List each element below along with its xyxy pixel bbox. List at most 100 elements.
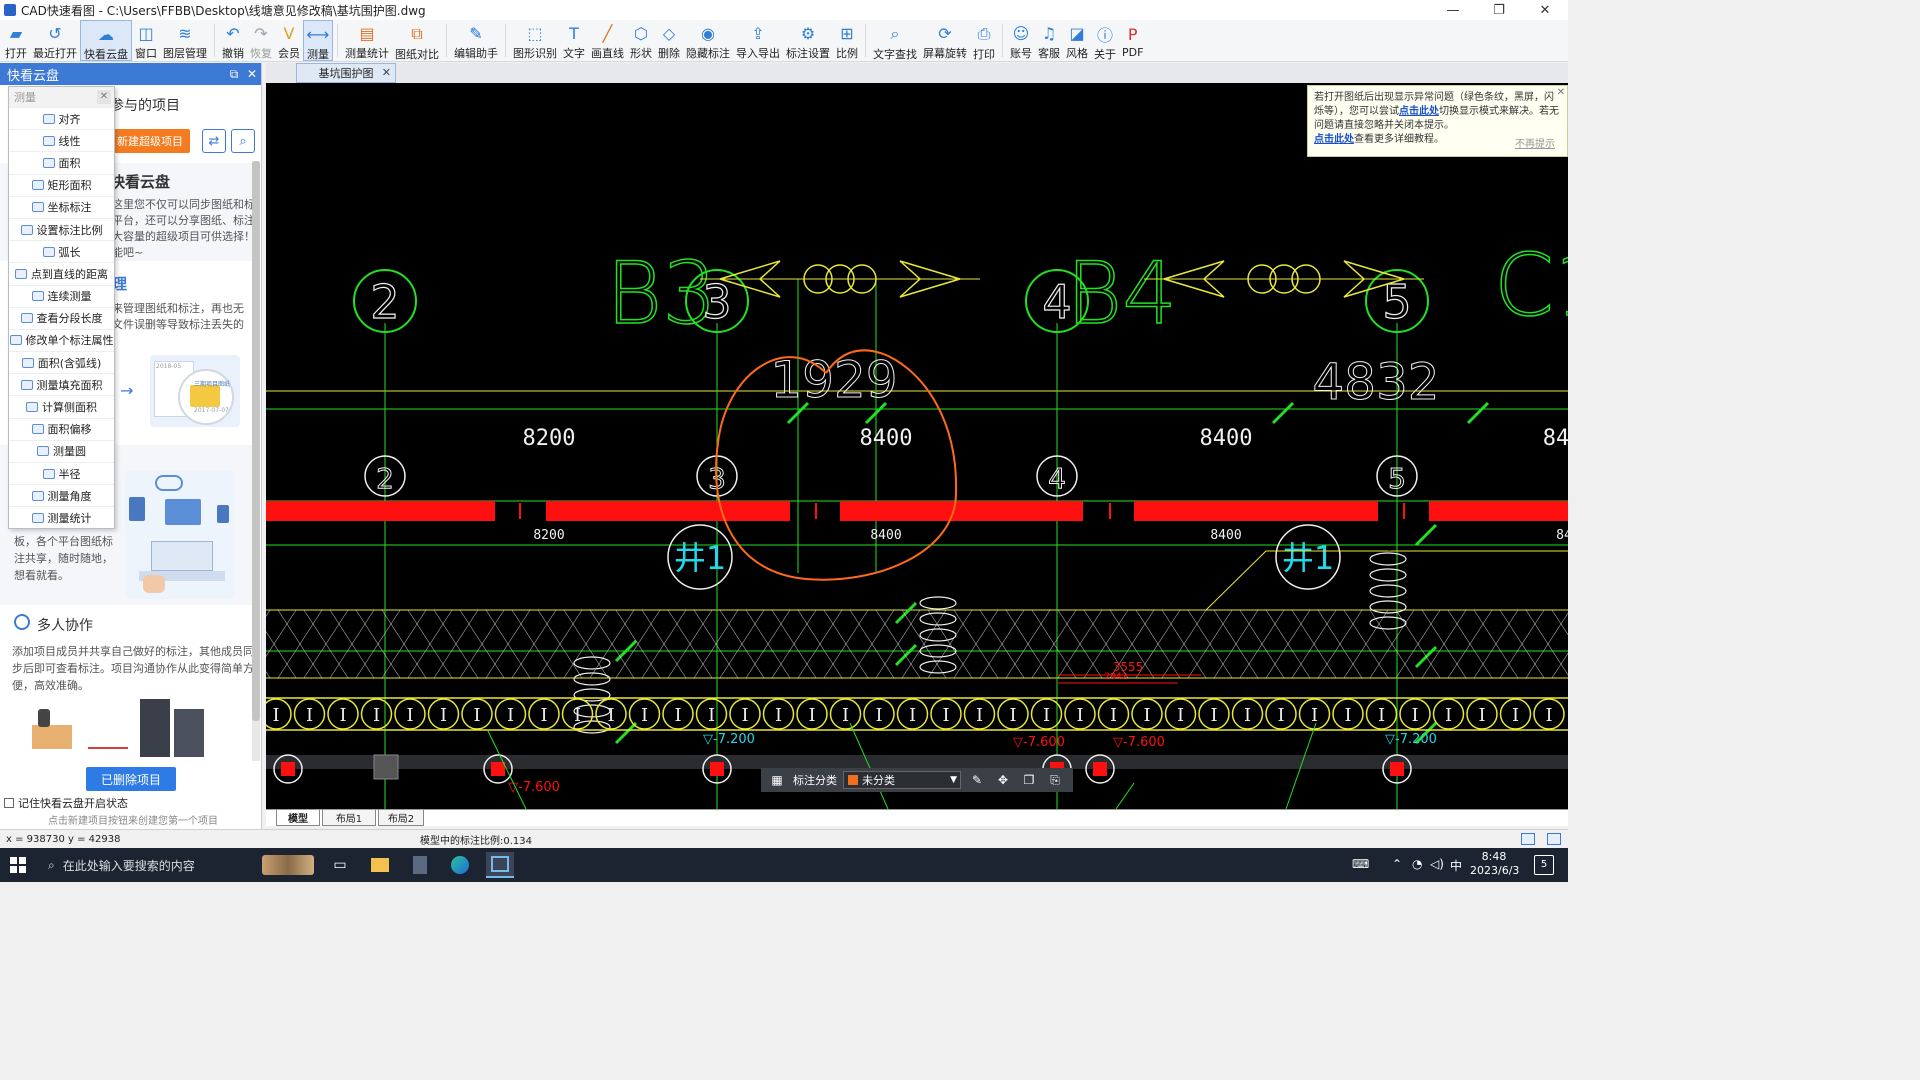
toolbar-button-edit-assistant[interactable]: ✎ 编辑助手 bbox=[451, 20, 501, 61]
measure-menu-item[interactable]: 面积 bbox=[9, 151, 114, 173]
measure-menu-label: 点到直线的距离 bbox=[31, 267, 108, 281]
display-mode-icon[interactable] bbox=[1521, 833, 1535, 845]
tab-document[interactable]: 基坑围护图 ✕ bbox=[296, 63, 396, 83]
toolbar-button-vip[interactable]: V 会员 bbox=[275, 20, 303, 61]
toolbar-button-shape-recognize[interactable]: ⬚ 图形识别 bbox=[510, 20, 560, 61]
restore-button[interactable]: ❐ bbox=[1476, 0, 1522, 20]
collaboration-icon bbox=[14, 614, 30, 630]
measure-tool-icon bbox=[42, 113, 55, 124]
toolbar-button-text[interactable]: T 文字 bbox=[560, 20, 588, 61]
pile-mark: I bbox=[1411, 705, 1418, 726]
measure-menu-item[interactable]: 测量角度 bbox=[9, 484, 114, 506]
toolbar-button-undo[interactable]: ↶ 撤销 bbox=[219, 20, 247, 61]
copy-icon[interactable]: ❐ bbox=[1019, 771, 1039, 789]
remember-cloud-state-checkbox[interactable]: 记住快看云盘开启状态 bbox=[4, 795, 128, 811]
measure-menu-item[interactable]: 测量圆 bbox=[9, 439, 114, 462]
dont-show-again-link[interactable]: 不再提示 bbox=[1515, 138, 1555, 152]
new-super-project-button[interactable]: 新建超级项目 bbox=[110, 129, 190, 153]
grid-view-icon[interactable]: ▦ bbox=[767, 771, 787, 789]
close-tab-icon[interactable]: ✕ bbox=[382, 66, 391, 79]
measure-menu-item[interactable]: 坐标标注 bbox=[9, 195, 114, 218]
toolbar-button-measure[interactable]: ⟷ 测量 bbox=[303, 20, 333, 61]
tab-layout2[interactable]: 布局2 bbox=[378, 810, 424, 826]
checkbox-icon[interactable] bbox=[4, 798, 14, 808]
toolbar-button-annotation-settings[interactable]: ⚙ 标注设置 bbox=[783, 20, 833, 61]
move-icon[interactable]: ✥ bbox=[993, 771, 1013, 789]
cad-viewer-window: { "window": { "title": "CAD快速看图 - C:\\Us… bbox=[0, 0, 1568, 882]
measure-menu-item[interactable]: 查看分段长度 bbox=[9, 306, 114, 329]
measure-menu-item[interactable]: 设置标注比例 bbox=[9, 217, 114, 240]
task-view-icon[interactable]: ▭ bbox=[326, 852, 354, 878]
toolbar-button-print[interactable]: ⎙ 打印 bbox=[970, 20, 998, 61]
tab-model[interactable]: 模型 bbox=[276, 810, 320, 826]
fullscreen-icon[interactable] bbox=[1547, 833, 1561, 845]
edge-browser-icon[interactable] bbox=[446, 852, 474, 878]
toolbar-button-pdf[interactable]: P PDF bbox=[1119, 20, 1146, 61]
measure-menu-item[interactable]: 测量统计 bbox=[9, 506, 114, 528]
deleted-projects-button[interactable]: 已删除项目 bbox=[86, 767, 176, 791]
edit-icon[interactable]: ✎ bbox=[967, 771, 987, 789]
measure-menu-item[interactable]: 半径 bbox=[9, 462, 114, 484]
tray-expand-icon[interactable]: ⌃ bbox=[1392, 857, 1402, 871]
measure-menu-item[interactable]: 面积(含弧线) bbox=[9, 351, 114, 373]
measure-menu-item[interactable]: 矩形面积 bbox=[9, 173, 114, 196]
search-icon[interactable]: ⌕ bbox=[231, 129, 255, 153]
close-button[interactable]: ✕ bbox=[1522, 0, 1568, 20]
cad-drawing[interactable]: B3B4C12345192948328200840084008423458200… bbox=[266, 83, 1568, 809]
measure-menu-item[interactable]: 弧长 bbox=[9, 240, 114, 262]
toolbar-button-text-search[interactable]: ⌕ 文字查找 bbox=[870, 20, 920, 61]
toolbar-button-scale[interactable]: ⊞ 比例 bbox=[833, 20, 861, 61]
taskbar-widget-icon[interactable] bbox=[258, 852, 318, 878]
paste-icon[interactable]: ⎘ bbox=[1045, 771, 1065, 789]
ime-indicator[interactable]: 中 bbox=[1450, 857, 1462, 874]
toolbar-button-measure-stats[interactable]: ▤ 测量统计 bbox=[342, 20, 392, 61]
network-icon[interactable]: ◔ bbox=[1412, 857, 1422, 871]
close-panel-icon[interactable]: ✕ bbox=[243, 67, 261, 81]
toolbar-button-cloud[interactable]: ☁ 快看云盘 bbox=[80, 20, 132, 61]
float-panel-icon[interactable]: ⧉ bbox=[225, 67, 243, 82]
toolbar-button-folder-open[interactable]: ▰ 打开 bbox=[2, 20, 30, 61]
sync-icon[interactable]: ⇄ bbox=[202, 129, 226, 153]
toolbar-button-shape[interactable]: ⬡ 形状 bbox=[627, 20, 655, 61]
keyboard-icon[interactable]: ⌨ bbox=[1352, 857, 1369, 871]
toolbar-button-headset[interactable]: ♫ 客服 bbox=[1035, 20, 1063, 61]
tutorial-link[interactable]: 点击此处 bbox=[1314, 134, 1354, 145]
measure-menu-item[interactable]: 线性 bbox=[9, 129, 114, 151]
annotation-category-select[interactable]: 未分类 ▼ bbox=[843, 771, 961, 789]
measure-menu-item[interactable]: 点到直线的距离 bbox=[9, 262, 114, 284]
toolbar-button-history[interactable]: ↺ 最近打开 bbox=[30, 20, 80, 61]
measure-menu-item[interactable]: 面积偏移 bbox=[9, 417, 114, 440]
close-menu-icon[interactable]: ✕ bbox=[97, 90, 111, 104]
file-explorer-icon[interactable] bbox=[366, 852, 394, 878]
notification-center-icon[interactable]: 5 bbox=[1534, 855, 1554, 875]
measure-menu-item[interactable]: 对齐 bbox=[9, 107, 114, 129]
toolbar-button-screen-rotate[interactable]: ⟳ 屏幕旋转 bbox=[920, 20, 970, 61]
toolbar-button-eraser[interactable]: ◇ 删除 bbox=[655, 20, 683, 61]
tab-layout1[interactable]: 布局1 bbox=[322, 810, 376, 826]
calculator-icon[interactable] bbox=[406, 852, 434, 878]
volume-icon[interactable]: ◁) bbox=[1430, 857, 1444, 871]
toolbar-button-redo[interactable]: ↷ 恢复 bbox=[247, 20, 275, 61]
minimize-button[interactable]: — bbox=[1430, 0, 1476, 20]
panel-scrollbar[interactable] bbox=[252, 161, 260, 761]
toolbar-button-window[interactable]: ◫ 窗口 bbox=[132, 20, 160, 61]
measure-menu-item[interactable]: 连续测量 bbox=[9, 284, 114, 307]
toolbar-button-info[interactable]: ⓘ 关于 bbox=[1091, 20, 1119, 61]
toolbar-button-layers[interactable]: ≋ 图层管理 bbox=[160, 20, 210, 61]
toolbar-button-import-export[interactable]: ⇪ 导入导出 bbox=[733, 20, 783, 61]
toolbar-button-line[interactable]: ╱ 画直线 bbox=[588, 20, 627, 61]
close-notice-icon[interactable]: ✕ bbox=[1557, 86, 1565, 100]
windows-start-icon[interactable] bbox=[10, 857, 26, 873]
measure-menu-item[interactable]: 修改单个标注属性 bbox=[9, 328, 114, 351]
toolbar-button-hide-eye[interactable]: ◉ 隐藏标注 bbox=[683, 20, 733, 61]
redo-icon: ↷ bbox=[254, 24, 268, 43]
toolbar-button-compare[interactable]: ⧉ 图纸对比 bbox=[392, 20, 442, 61]
switch-mode-link[interactable]: 点击此处 bbox=[1399, 106, 1439, 117]
measure-menu-item[interactable]: 测量填充面积 bbox=[9, 373, 114, 395]
taskbar-clock[interactable]: 8:48 2023/6/3 bbox=[1470, 850, 1519, 878]
drawing-canvas[interactable]: B3B4C12345192948328200840084008423458200… bbox=[266, 83, 1568, 809]
cad-viewer-taskbar-icon[interactable] bbox=[486, 852, 514, 878]
toolbar-button-account[interactable]: ☺ 账号 bbox=[1007, 20, 1035, 61]
measure-menu-item[interactable]: 计算侧面积 bbox=[9, 395, 114, 417]
toolbar-button-style[interactable]: ◪ 风格 bbox=[1063, 20, 1091, 61]
